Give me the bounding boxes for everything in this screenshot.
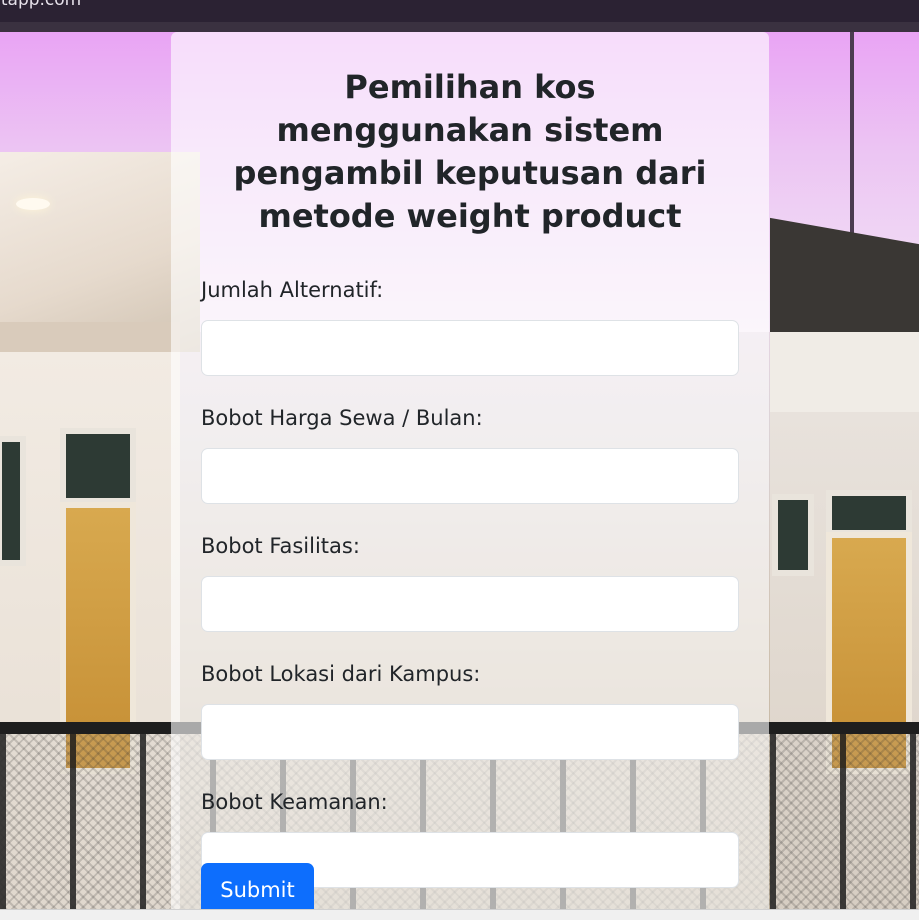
ceiling-lamp	[16, 198, 50, 210]
bobot-lokasi-input[interactable]	[201, 704, 739, 760]
jumlah-alternatif-input[interactable]	[201, 320, 739, 376]
field-label: Bobot Harga Sewa / Bulan:	[201, 406, 483, 430]
field-jumlah-alternatif: Jumlah Alternatif:	[201, 276, 739, 376]
window-left-edge	[0, 436, 26, 566]
window-right-upper	[826, 490, 912, 536]
address-url-text: stapp.com	[0, 0, 82, 10]
field-bobot-harga-sewa: Bobot Harga Sewa / Bulan:	[201, 404, 739, 504]
field-bobot-fasilitas: Bobot Fasilitas:	[201, 532, 739, 632]
field-label: Bobot Keamanan:	[201, 790, 388, 814]
antenna-pole	[850, 32, 854, 242]
form-card: Pemilihan kos menggunakan sistem pengamb…	[171, 32, 769, 917]
window-left	[60, 428, 136, 504]
page-title: Pemilihan kos menggunakan sistem pengamb…	[233, 68, 707, 235]
window-right	[772, 494, 814, 576]
browser-bottom-bar	[0, 909, 919, 920]
field-label: Bobot Fasilitas:	[201, 534, 360, 558]
bobot-harga-sewa-input[interactable]	[201, 448, 739, 504]
field-bobot-lokasi: Bobot Lokasi dari Kampus:	[201, 660, 739, 760]
field-label: Bobot Lokasi dari Kampus:	[201, 662, 481, 686]
browser-address-bar[interactable]: stapp.com	[0, 0, 919, 22]
soffit-right	[770, 332, 919, 412]
eave-left	[0, 322, 180, 352]
field-label: Jumlah Alternatif:	[201, 278, 384, 302]
bobot-fasilitas-input[interactable]	[201, 576, 739, 632]
browser-toolbar-divider	[0, 22, 919, 32]
